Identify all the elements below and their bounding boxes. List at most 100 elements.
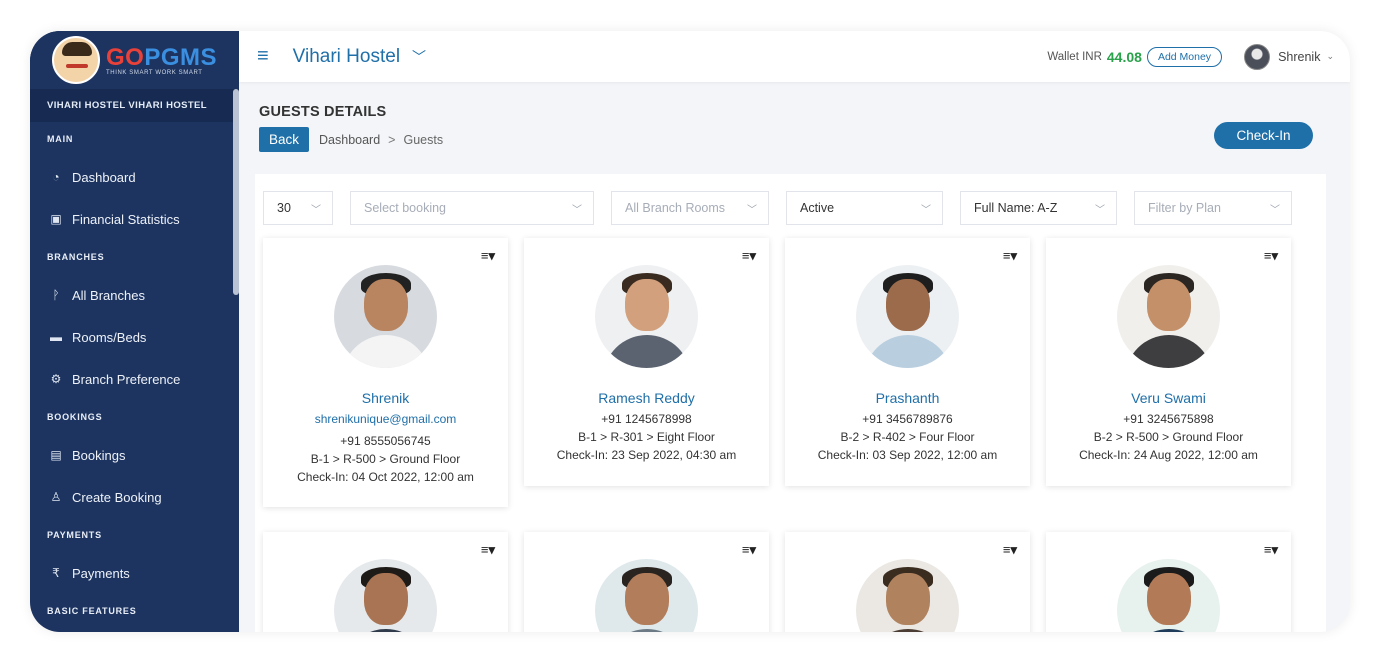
user-name: Shrenik: [1278, 49, 1321, 64]
check-in-button[interactable]: Check-In: [1214, 122, 1313, 149]
sidebar: GOPGMS THINK SMART WORK SMART VIHARI HOS…: [30, 31, 239, 632]
guest-photo: [1117, 265, 1220, 368]
sidebar-item-rooms-beds[interactable]: ▬ Rooms/Beds: [30, 316, 239, 358]
guest-photo: [334, 559, 437, 632]
nav-section-main: MAIN: [47, 134, 74, 144]
card-menu-icon[interactable]: ≡▾: [1264, 248, 1278, 264]
breadcrumb-dashboard[interactable]: Dashboard: [319, 133, 380, 147]
sidebar-item-branch-preference[interactable]: ⚙ Branch Preference: [30, 358, 239, 400]
guest-name[interactable]: Ramesh Reddy: [524, 390, 769, 406]
chevron-down-icon: ﹀: [311, 205, 321, 216]
card-menu-icon[interactable]: ≡▾: [742, 542, 756, 558]
card-menu-icon[interactable]: ≡▾: [1003, 542, 1017, 558]
card-menu-icon[interactable]: ≡▾: [1264, 542, 1278, 558]
sidebar-item-create-booking[interactable]: ♙ Create Booking: [30, 476, 239, 518]
avatar: [1244, 43, 1271, 70]
guest-checkin: Check-In: 23 Sep 2022, 04:30 am: [556, 448, 737, 462]
booking-select[interactable]: Select booking ﹀: [350, 191, 594, 225]
card-menu-icon[interactable]: ≡▾: [481, 542, 495, 558]
guest-card[interactable]: ≡▾ Prashanth +91 3456789876 B-2 > R-402 …: [785, 238, 1030, 486]
guest-phone: +91 3245675898: [1123, 412, 1214, 426]
top-bar: ≡ Vihari Hostel ﹀ Wallet INR 44.08 Add M…: [239, 31, 1350, 82]
card-menu-icon[interactable]: ≡▾: [481, 248, 495, 264]
app-window: GOPGMS THINK SMART WORK SMART VIHARI HOS…: [30, 31, 1350, 632]
hostel-title[interactable]: Vihari Hostel: [293, 46, 400, 68]
guest-card[interactable]: ≡▾: [785, 532, 1030, 632]
guest-card[interactable]: ≡▾ Shrenik shrenikunique@gmail.com +91 8…: [263, 238, 508, 507]
user-menu[interactable]: Shrenik ⌄: [1244, 43, 1334, 70]
card-menu-icon[interactable]: ≡▾: [742, 248, 756, 264]
cogs-icon: ⚙: [50, 372, 62, 386]
guest-room: B-2 > R-500 > Ground Floor: [1093, 430, 1244, 444]
guest-name[interactable]: Prashanth: [785, 390, 1030, 406]
sidebar-nav: MAIN ◔ Dashboard ▣ Financial Statistics BR…: [30, 122, 239, 628]
wallet-label: Wallet INR: [1047, 50, 1102, 63]
guest-card[interactable]: ≡▾: [524, 532, 769, 632]
wallet: Wallet INR 44.08 Add Money: [1047, 46, 1223, 67]
add-money-button[interactable]: Add Money: [1146, 46, 1223, 67]
sidebar-item-dashboard[interactable]: ◔ Dashboard: [30, 156, 239, 198]
chevron-down-icon: ﹀: [747, 205, 757, 216]
back-button[interactable]: Back: [259, 127, 310, 152]
chevron-down-icon: ﹀: [1270, 205, 1280, 216]
card-menu-icon[interactable]: ≡▾: [1003, 248, 1017, 264]
brand-logo[interactable]: GOPGMS THINK SMART WORK SMART: [30, 31, 239, 89]
breadcrumb: Back Dashboard > Guests: [259, 127, 443, 152]
chevron-down-icon: ﹀: [921, 205, 931, 216]
rupee-icon: ₹: [52, 566, 60, 580]
breadcrumb-separator: >: [388, 132, 396, 147]
guest-name[interactable]: Veru Swami: [1046, 390, 1291, 406]
nav-section-bookings: BOOKINGS: [47, 412, 103, 422]
filter-bar: 30 ﹀ Select booking ﹀ All Branch Rooms ﹀ Ac…: [263, 191, 1309, 225]
status-select[interactable]: Active ﹀: [786, 191, 943, 225]
bed-icon: ▬: [50, 330, 62, 344]
book-icon: ▤: [50, 448, 62, 462]
nav-section-payments: PAYMENTS: [47, 530, 102, 540]
guest-checkin: Check-In: 03 Sep 2022, 12:00 am: [817, 448, 998, 462]
guest-name[interactable]: Shrenik: [263, 390, 508, 406]
guest-card[interactable]: ≡▾: [1046, 532, 1291, 632]
guests-panel: 30 ﹀ Select booking ﹀ All Branch Rooms ﹀ Ac…: [255, 174, 1326, 632]
gauge-icon: ◔: [52, 170, 60, 184]
wallet-amount: 44.08: [1106, 48, 1142, 65]
chevron-down-icon: ﹀: [1095, 205, 1105, 216]
plan-select[interactable]: Filter by Plan ﹀: [1134, 191, 1292, 225]
brand-tagline: THINK SMART WORK SMART: [106, 70, 203, 76]
guest-photo: [334, 265, 437, 368]
guest-photo: [856, 559, 959, 632]
guest-photo: [1117, 559, 1220, 632]
guest-photo: [595, 265, 698, 368]
menu-toggle-icon[interactable]: ≡: [257, 45, 269, 68]
mascot-icon: [52, 36, 100, 84]
breadcrumb-guests: Guests: [403, 132, 444, 147]
guest-checkin: Check-In: 24 Aug 2022, 12:00 am: [1079, 448, 1258, 462]
page-header: GUESTS DETAILS Back Dashboard > Guests: [259, 104, 443, 152]
sidebar-item-payments[interactable]: ₹ Payments: [30, 552, 239, 594]
page-size-select[interactable]: 30 ﹀: [263, 191, 333, 225]
guest-room: B-1 > R-500 > Ground Floor: [310, 452, 461, 466]
guest-card[interactable]: ≡▾ Veru Swami +91 3245675898 B-2 > R-500…: [1046, 238, 1291, 486]
sidebar-item-financial-statistics[interactable]: ▣ Financial Statistics: [30, 198, 239, 240]
guest-card[interactable]: ≡▾ Ramesh Reddy +91 1245678998 B-1 > R-3…: [524, 238, 769, 486]
sidebar-scrollbar[interactable]: [233, 89, 239, 295]
current-hostel-label: VIHARI HOSTEL VIHARI HOSTEL: [30, 89, 239, 122]
chevron-down-icon: ﹀: [572, 205, 582, 216]
logo-pgms-text: PGMS: [144, 44, 218, 71]
sidebar-item-bookings[interactable]: ▤ Bookings: [30, 434, 239, 476]
guest-phone: +91 8555056745: [340, 434, 431, 448]
guest-checkin: Check-In: 04 Oct 2022, 12:00 am: [297, 470, 474, 484]
guest-room: B-1 > R-301 > Eight Floor: [578, 430, 715, 444]
guest-photo: [856, 265, 959, 368]
branch-rooms-select[interactable]: All Branch Rooms ﹀: [611, 191, 769, 225]
chevron-down-icon: ⌄: [1326, 51, 1334, 61]
nav-section-basic-features: BASIC FEATURES: [47, 606, 137, 616]
guest-card[interactable]: ≡▾: [263, 532, 508, 632]
sort-select[interactable]: Full Name: A-Z ﹀: [960, 191, 1117, 225]
nav-section-branches: BRANCHES: [47, 252, 105, 262]
page-title: GUESTS DETAILS: [259, 104, 387, 120]
money-icon: ▣: [50, 212, 62, 226]
chevron-down-icon[interactable]: ﹀: [412, 47, 426, 67]
guest-email[interactable]: shrenikunique@gmail.com: [263, 412, 508, 426]
sidebar-item-all-branches[interactable]: ᚹ All Branches: [30, 274, 239, 316]
guest-phone: +91 1245678998: [601, 412, 692, 426]
